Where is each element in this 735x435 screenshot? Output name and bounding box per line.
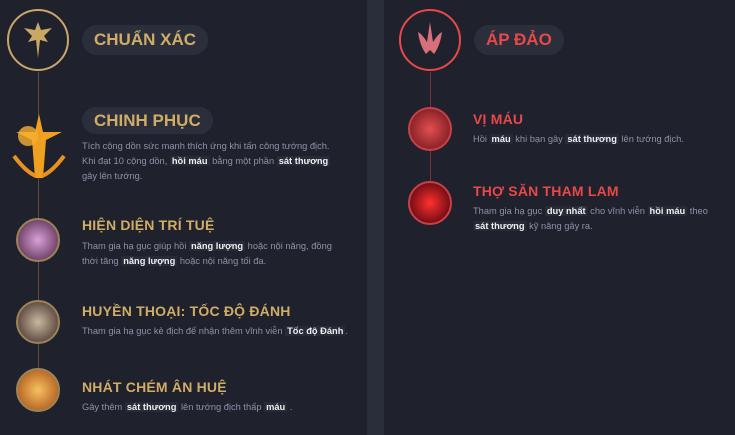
primary-tree-panel: CHUẨN XÁC CHINH PHỤC Tích cộng dồn sức m… (0, 0, 367, 435)
desc-text: lên tướng địch thấp (178, 402, 265, 412)
secondary-tree-panel: ÁP ĐẢO VỊ MÁU Hồi máu khi bạn gây sát th… (384, 0, 735, 435)
rune-name: VỊ MÁU (473, 111, 524, 127)
secondary-tree-name: ÁP ĐẢO (474, 25, 564, 55)
ravenous-hunter-icon[interactable] (408, 181, 452, 225)
highlight-keyword: máu (264, 402, 288, 412)
desc-text: Tham gia hạ gục kẻ địch để nhận thêm vĩn… (82, 326, 286, 336)
highlight-keyword: sát thương (565, 134, 619, 144)
desc-text: kỹ năng gây ra. (526, 221, 593, 231)
desc-text: khi bạn gây (512, 134, 566, 144)
conqueror-icon[interactable] (6, 112, 72, 184)
rune-desc: Tham gia hạ gục giúp hồi năng lượng hoặc… (82, 239, 344, 269)
keystone-desc: Tích cộng dồn sức mạnh thích ứng khi tấn… (82, 139, 342, 184)
desc-text: Tham gia hạ gục giúp hồi (82, 241, 189, 251)
desc-text: Hồi (473, 134, 490, 144)
desc-text: lên tướng địch. (618, 134, 684, 144)
desc-text: bằng một phần (209, 156, 277, 166)
precision-tree-icon[interactable] (7, 9, 69, 71)
highlight-keyword: sát thương (124, 402, 179, 412)
desc-text: theo (687, 206, 708, 216)
domination-tree-icon[interactable] (399, 9, 461, 71)
rune-name: HUYỀN THOẠI: TỐC ĐỘ ĐÁNH (82, 303, 291, 319)
rune-name: HIỆN DIỆN TRÍ TUỆ (82, 217, 215, 233)
legend-alacrity-icon[interactable] (16, 300, 60, 344)
rune-name: NHÁT CHÉM ÂN HUỆ (82, 379, 227, 395)
rune-desc: Gây thêm sát thương lên tướng địch thấp … (82, 400, 352, 415)
highlight-keyword: Tốc độ Đánh (285, 326, 346, 336)
keystone-name: CHINH PHỤC (82, 107, 213, 134)
highlight-keyword: năng lượng (121, 256, 178, 266)
desc-text: hoặc nội năng tối đa. (177, 256, 267, 266)
primary-tree-name: CHUẨN XÁC (82, 25, 208, 55)
desc-text: . (345, 326, 348, 336)
highlight-keyword: duy nhất (544, 206, 588, 216)
highlight-keyword: máu (489, 134, 513, 144)
highlight-keyword: năng lượng (188, 241, 246, 251)
rune-desc: Hồi máu khi bạn gây sát thương lên tướng… (473, 132, 723, 147)
taste-of-blood-icon[interactable] (408, 107, 452, 151)
highlight-keyword: hồi máu (647, 206, 688, 216)
desc-text: gây lên tướng. (82, 171, 143, 181)
highlight-keyword: sát thương (276, 156, 331, 166)
desc-text: Gây thêm (82, 402, 125, 412)
highlight-keyword: sát thương (473, 221, 527, 231)
rune-name: THỢ SĂN THAM LAM (473, 183, 619, 199)
desc-text: . (287, 402, 293, 412)
presence-of-mind-icon[interactable] (16, 218, 60, 262)
highlight-keyword: hồi máu (169, 156, 210, 166)
rune-desc: Tham gia hạ gục kẻ địch để nhận thêm vĩn… (82, 324, 352, 339)
coup-de-grace-icon[interactable] (16, 368, 60, 412)
desc-text: Tham gia hạ gục (473, 206, 545, 216)
rune-desc: Tham gia hạ gục duy nhất cho vĩnh viễn h… (473, 204, 718, 234)
desc-text: cho vĩnh viễn (587, 206, 648, 216)
